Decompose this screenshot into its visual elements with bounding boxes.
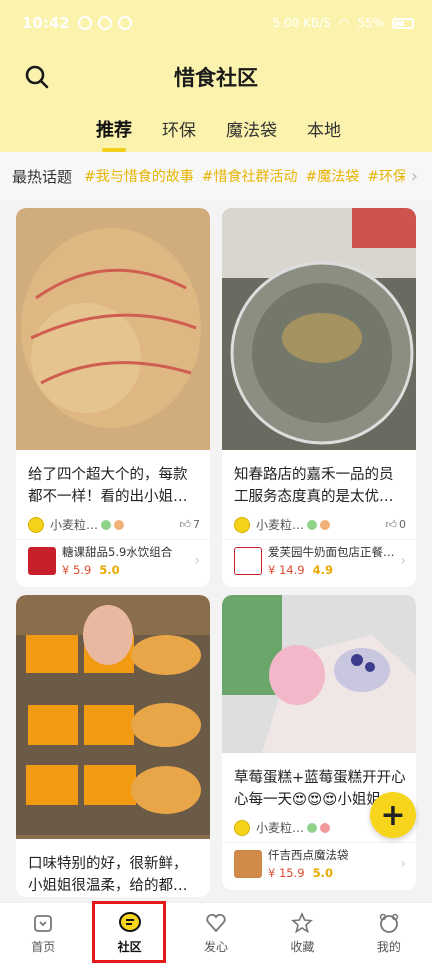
shop-logo	[234, 849, 262, 878]
topic-tag[interactable]: #惜食社群活动	[202, 166, 298, 186]
avatar	[234, 819, 250, 836]
badge-icon	[114, 519, 125, 530]
badge-icon	[101, 519, 112, 530]
like-button[interactable]: 👍︎ 0	[386, 518, 407, 531]
tab-magic-bag[interactable]: 魔法袋	[226, 116, 277, 152]
post-image	[16, 208, 210, 450]
shop-logo	[234, 546, 262, 575]
shop-price: ¥ 15.9	[268, 866, 305, 880]
post-image	[16, 595, 210, 839]
shop-price: ¥ 5.9	[62, 563, 92, 577]
chevron-right-icon: ›	[194, 552, 200, 569]
topic-tag[interactable]: #我与惜食的故事	[84, 166, 194, 186]
post-title: 知春路店的嘉禾一品的员工服务态度真的是太优…	[234, 467, 394, 505]
nav-label: 首页	[31, 940, 56, 954]
bear-face-icon	[379, 913, 399, 933]
status-right: 5.00 KB/S ◠ 55%	[273, 16, 414, 30]
notification-icon	[77, 16, 92, 30]
post-feed: 给了四个超大个的，每款都不一样！看的出小姐… 小麦粒… 👍︎ 7 糖课甜品5.9水…	[0, 208, 432, 900]
battery-icon	[392, 17, 414, 29]
category-tabs: 推荐 环保 魔法袋 本地	[96, 116, 341, 152]
tab-environment[interactable]: 环保	[162, 116, 196, 152]
nav-item-community[interactable]: 社区	[86, 903, 172, 964]
chat-bubble-icon	[118, 912, 141, 932]
nav-label: 我的	[376, 940, 401, 954]
post-author-row: 小麦粒… 👍︎ 7	[16, 508, 210, 539]
status-time: 10:42	[22, 14, 70, 32]
badge-icon	[307, 519, 318, 530]
author-name: 小麦粒…	[256, 821, 305, 835]
shop-rating: 5.0	[99, 563, 120, 577]
post-image	[222, 595, 416, 753]
nav-label: 社区	[117, 940, 142, 954]
shop-link[interactable]: 爱芙园牛奶面包店正餐… ¥ 14.9 4.9 ›	[222, 539, 416, 587]
post-title: 口味特别的好，很新鲜，小姐姐很温柔，给的都…	[28, 856, 188, 894]
wifi-icon: ◠	[338, 16, 350, 30]
post-card[interactable]: 给了四个超大个的，每款都不一样！看的出小姐… 小麦粒… 👍︎ 7 糖课甜品5.9水…	[16, 208, 210, 587]
nav-label: 收藏	[290, 940, 315, 954]
page-title: 惜食社区	[174, 66, 258, 90]
shop-link[interactable]: 仟吉西点魔法袋 ¥ 15.9 5.0 ›	[222, 842, 416, 890]
shop-name: 糖课甜品5.9水饮组合	[62, 545, 173, 559]
like-count: 0	[399, 518, 406, 531]
shop-name: 仟吉西点魔法袋	[268, 848, 349, 862]
hot-topics-label: 最热话题	[12, 167, 73, 186]
shop-link[interactable]: 糖课甜品5.9水饮组合 ¥ 5.9 5.0 ›	[16, 539, 210, 587]
post-card[interactable]: 草莓蛋糕+蓝莓蛋糕开开心心每一天😍😍😍小姐姐… 小麦粒… 仟吉西点魔法袋 ¥ 1…	[222, 595, 416, 890]
like-count: 7	[193, 518, 200, 531]
chevron-right-icon: ›	[400, 855, 406, 872]
topic-tag[interactable]: #魔法袋	[305, 166, 359, 186]
shop-name: 爱芙园牛奶面包店正餐…	[268, 545, 395, 559]
nav-item-home[interactable]: 首页	[0, 903, 86, 964]
tab-local[interactable]: 本地	[307, 116, 341, 152]
feed-column-left: 给了四个超大个的，每款都不一样！看的出小姐… 小麦粒… 👍︎ 7 糖课甜品5.9水…	[16, 208, 210, 900]
post-card[interactable]: 口味特别的好，很新鲜，小姐姐很温柔，给的都…	[16, 595, 210, 897]
chevron-right-icon: ›	[400, 552, 406, 569]
create-post-button[interactable]: +	[370, 792, 416, 838]
star-icon	[291, 912, 314, 934]
topic-tag[interactable]: #环保	[367, 166, 407, 186]
plus-icon: +	[380, 797, 406, 833]
badge-icon	[307, 822, 318, 833]
tab-recommend[interactable]: 推荐	[96, 116, 132, 152]
tiktok-icon	[117, 16, 132, 30]
badge-icon	[320, 519, 331, 530]
chevron-right-icon[interactable]: ›	[404, 165, 418, 187]
header: 惜食社区	[0, 58, 432, 94]
shop-rating: 5.0	[312, 866, 333, 880]
shop-rating: 4.9	[312, 563, 333, 577]
author-name: 小麦粒…	[256, 518, 305, 532]
author-name: 小麦粒…	[50, 518, 99, 532]
thumb-up-icon: 👍︎	[385, 518, 398, 531]
thumb-up-icon: 👍︎	[179, 518, 192, 531]
bottom-nav: 首页 社区 发心 收藏 我的	[0, 902, 432, 964]
post-image	[222, 208, 416, 450]
hot-topics-bar: 最热话题 #我与惜食的故事 #惜食社群活动 #魔法袋 #环保 ›	[0, 152, 432, 200]
like-button[interactable]: 👍︎ 7	[180, 518, 201, 531]
status-icons	[77, 16, 132, 30]
post-card[interactable]: 知春路店的嘉禾一品的员工服务态度真的是太优… 小麦粒… 👍︎ 0 爱芙园牛奶面包店…	[222, 208, 416, 587]
post-author-row: 小麦粒… 👍︎ 0	[222, 508, 416, 539]
home-icon	[34, 915, 53, 932]
shop-price: ¥ 14.9	[268, 563, 305, 577]
status-bar: 10:42 5.00 KB/S ◠ 55%	[22, 12, 414, 34]
avatar	[28, 516, 44, 533]
network-speed: 5.00 KB/S	[272, 16, 331, 30]
nav-item-profile[interactable]: 我的	[346, 903, 432, 964]
avatar	[234, 516, 250, 533]
nav-label: 发心	[204, 940, 229, 954]
app-icon	[97, 16, 112, 30]
heart-icon	[206, 913, 226, 933]
post-title: 给了四个超大个的，每款都不一样！看的出小姐…	[28, 467, 188, 505]
shop-logo	[28, 546, 56, 575]
nav-item-share[interactable]: 发心	[173, 903, 259, 964]
nav-item-favorites[interactable]: 收藏	[259, 903, 345, 964]
battery-percent: 55%	[357, 16, 384, 30]
badge-icon	[320, 822, 331, 833]
